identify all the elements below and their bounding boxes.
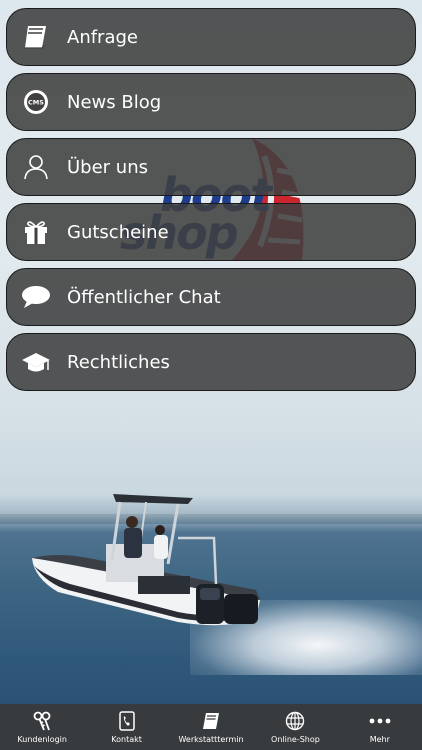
menu-item-oeffentlicher-chat[interactable]: Öffentlicher Chat [6,268,416,326]
tab-label: Online-Shop [271,735,320,744]
tab-label: Werkstatttermin [178,735,244,744]
menu-item-gutscheine[interactable]: Gutscheine [6,203,416,261]
menu-item-label: Anfrage [67,26,138,48]
graduation-cap-icon [21,347,51,377]
phone-icon [116,710,138,732]
menu-item-rechtliches[interactable]: Rechtliches [6,333,416,391]
chat-bubble-icon [21,282,51,312]
menu-item-ueber-uns[interactable]: Über uns [6,138,416,196]
menu-item-label: Rechtliches [67,351,170,373]
more-dots-icon [369,710,391,732]
person-icon [21,152,51,182]
tab-werkstatttermin[interactable]: Werkstatttermin [169,704,253,750]
tab-label: Mehr [369,735,390,744]
main-menu: Anfrage CMS News Blog Über uns Gutschein… [6,8,416,398]
menu-item-label: Über uns [67,156,148,178]
motorboat-image [32,494,260,626]
menu-item-label: Gutscheine [67,221,169,243]
tab-label: Kontakt [111,735,142,744]
cms-badge-icon: CMS [21,87,51,117]
menu-item-label: News Blog [67,91,162,113]
menu-item-anfrage[interactable]: Anfrage [6,8,416,66]
menu-item-news-blog[interactable]: CMS News Blog [6,73,416,131]
tab-label: Kundenlogin [17,735,67,744]
tab-online-shop[interactable]: Online-Shop [253,704,337,750]
bottom-tab-bar: Kundenlogin Kontakt Werkstatttermin Onli… [0,704,422,750]
tab-kontakt[interactable]: Kontakt [84,704,168,750]
gift-icon [21,217,51,247]
book-icon [21,22,51,52]
menu-item-label: Öffentlicher Chat [67,286,221,308]
cms-badge-text: CMS [28,99,44,107]
globe-icon [284,710,306,732]
tab-kundenlogin[interactable]: Kundenlogin [0,704,84,750]
key-icon [31,710,53,732]
tab-mehr[interactable]: Mehr [338,704,422,750]
book-icon [200,710,222,732]
